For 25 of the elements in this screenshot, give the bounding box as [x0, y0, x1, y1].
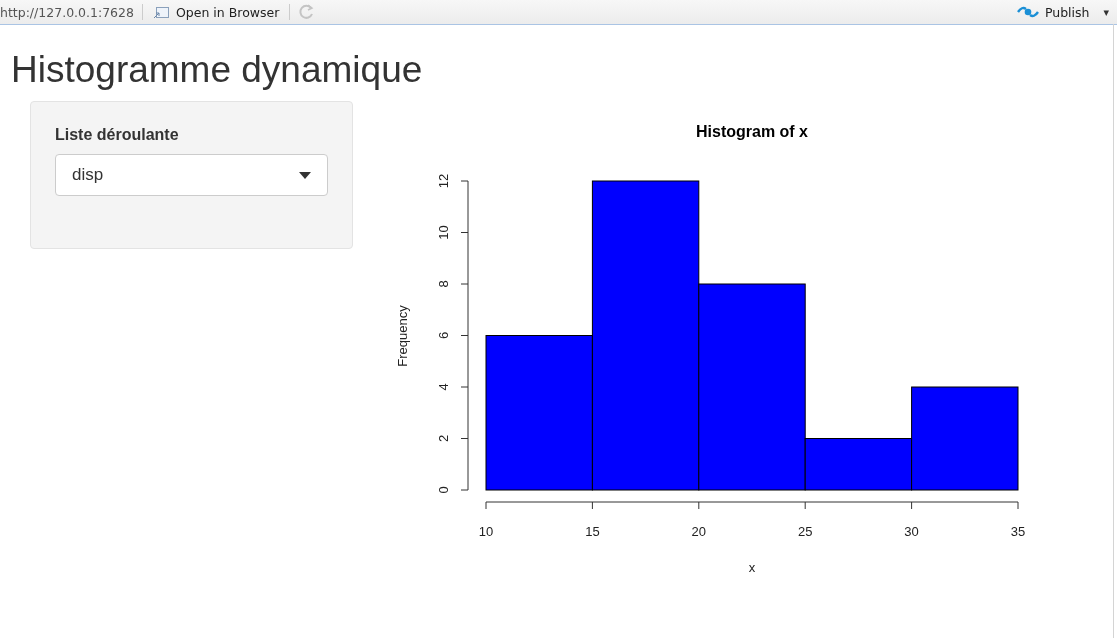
dropdown-select[interactable]: disp — [55, 154, 328, 196]
dropdown-label: Liste déroulante — [55, 126, 180, 144]
url-text: http://127.0.0.1:7628 — [0, 4, 134, 20]
x-tick-label: 30 — [904, 524, 919, 539]
caret-icon — [299, 171, 311, 179]
y-axis-label: Frequency — [395, 305, 410, 367]
y-tick-label: 6 — [436, 331, 451, 340]
x-tick-label: 10 — [478, 524, 494, 539]
window-icon — [152, 5, 170, 19]
x-tick-label: 25 — [797, 524, 813, 539]
y-tick-label: 12 — [436, 173, 451, 189]
chart-title: Histogram of x — [696, 123, 808, 140]
y-tick-label: 8 — [436, 280, 451, 288]
y-tick-label: 0 — [436, 486, 451, 494]
x-tick-label: 35 — [1010, 524, 1026, 539]
page-title: Histogramme dynamique — [11, 49, 424, 91]
publish-icon — [1016, 5, 1039, 19]
publish-button[interactable]: Publish ▾ — [1014, 4, 1111, 20]
x-tick-label: 15 — [585, 524, 600, 539]
y-tick-label: 2 — [436, 434, 451, 443]
open-in-browser-button[interactable]: Open in Browser — [150, 4, 282, 20]
y-tick-label: 4 — [436, 383, 451, 391]
x-axis-label: x — [748, 560, 756, 575]
y-tick-label: 10 — [436, 225, 451, 240]
x-tick-label: 20 — [691, 524, 707, 539]
